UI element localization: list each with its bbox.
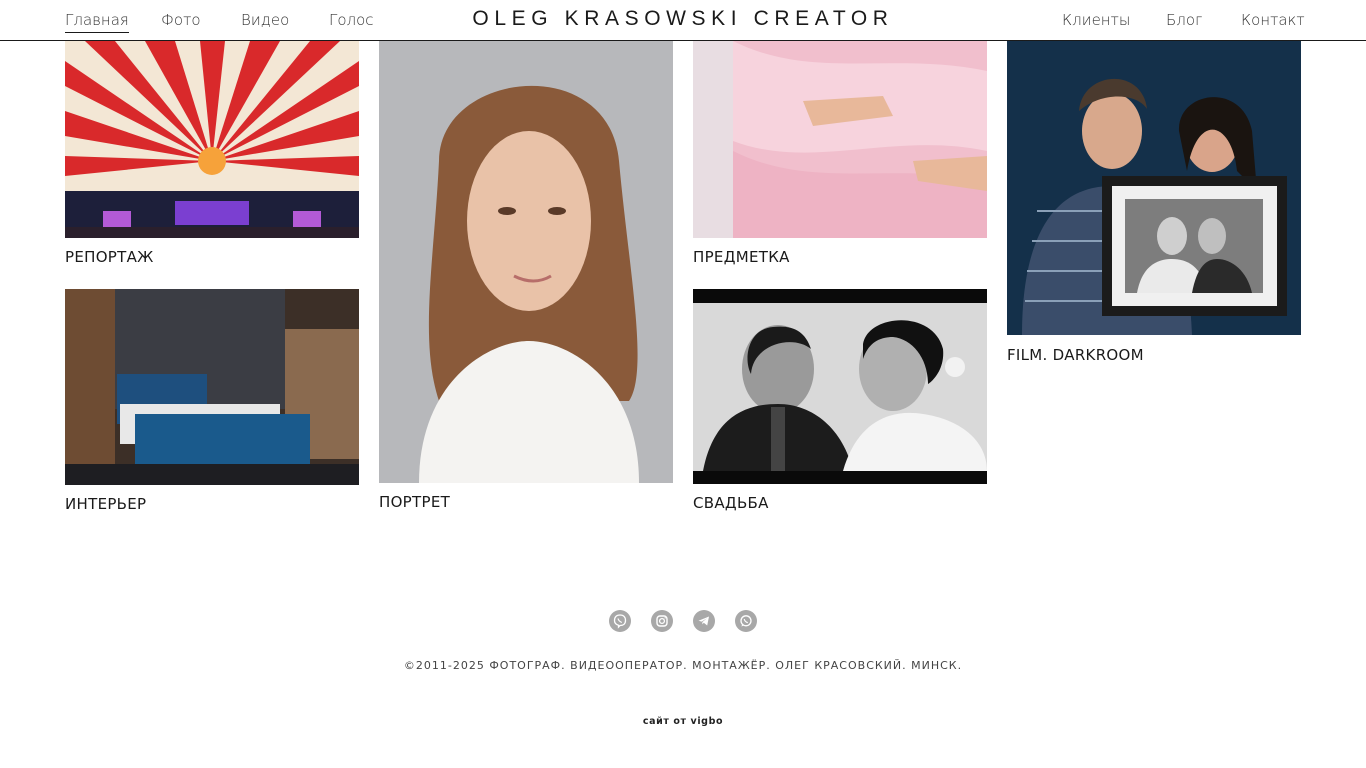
nav-clients[interactable]: Клиенты (1062, 11, 1130, 29)
portrait-thumbnail[interactable] (379, 41, 673, 483)
copyright-text: ©2011-2025 ФОТОГРАФ. ВИДЕООПЕРАТОР. МОНТ… (403, 659, 963, 672)
film-darkroom-caption[interactable]: FILM. DARKROOM (1007, 346, 1144, 364)
site-header: Главная Фото Видео Голос OLEG KRASOWSKI … (0, 0, 1366, 41)
interior-caption[interactable]: ИНТЕРЬЕР (65, 495, 146, 513)
wedding-caption[interactable]: СВАДЬБА (693, 494, 769, 512)
interior-thumbnail[interactable] (65, 289, 359, 485)
brand-wrapper: OLEG KRASOWSKI CREATOR (0, 7, 1366, 31)
viber-icon[interactable] (609, 610, 631, 632)
vigbo-credit-link[interactable]: сайт от vigbo (0, 716, 1366, 727)
nav-blog[interactable]: Блог (1166, 11, 1202, 29)
telegram-icon[interactable] (693, 610, 715, 632)
product-caption[interactable]: ПРЕДМЕТКА (693, 248, 790, 266)
product-thumbnail[interactable] (693, 41, 987, 238)
nav-video[interactable]: Видео (241, 11, 289, 29)
reportage-caption[interactable]: РЕПОРТАЖ (65, 248, 154, 266)
whatsapp-icon[interactable] (735, 610, 757, 632)
nav-voice[interactable]: Голос (329, 11, 374, 29)
reportage-thumbnail[interactable] (65, 41, 359, 238)
site-logo[interactable]: OLEG KRASOWSKI CREATOR (472, 7, 893, 30)
portrait-caption[interactable]: ПОРТРЕТ (379, 493, 450, 511)
film-darkroom-thumbnail[interactable] (1007, 41, 1301, 335)
wedding-thumbnail[interactable] (693, 289, 987, 484)
instagram-icon[interactable] (651, 610, 673, 632)
nav-contact[interactable]: Контакт (1241, 11, 1305, 29)
nav-home[interactable]: Главная (65, 11, 129, 33)
nav-photo[interactable]: Фото (161, 11, 201, 29)
